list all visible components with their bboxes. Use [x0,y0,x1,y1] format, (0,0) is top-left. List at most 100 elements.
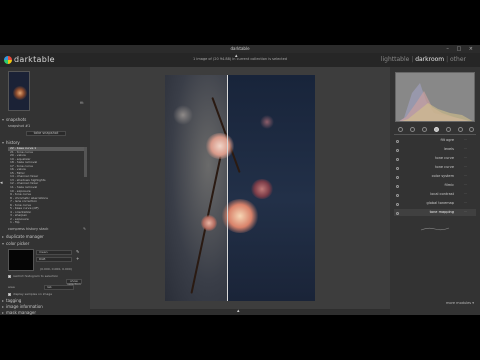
thumbnail-glow [13,86,27,100]
left-panel: fit ▾ snapshots snapshot #1 take snapshot… [0,67,90,315]
right-panel: filt ogre ⋯ levels ⋯ tone curve ⋯ tone curv… [390,67,480,315]
history-item[interactable]: 1 - flip [8,221,86,225]
before-after-divider[interactable] [227,75,228,301]
color-picker-pick-icon[interactable]: ✎ [76,249,79,254]
show-selection-button[interactable]: show selection [66,279,82,286]
history-header[interactable]: ▾ history [2,140,88,146]
module-name: global tonemap [426,201,454,205]
bottom-panel-toggle-icon[interactable]: ▴ [237,308,240,314]
power-icon[interactable] [396,184,399,188]
restrict-label: restrict histogram to selection [13,274,59,278]
module-row[interactable]: tone mapping ⋯ [394,209,476,216]
collection-status: 1 image of (20 94.88) in current collect… [193,57,287,61]
power-icon[interactable] [396,193,399,197]
module-row[interactable]: color system ⋯ [394,173,476,180]
take-snapshot-button[interactable]: take snapshot [26,131,66,136]
tab-quick-access[interactable] [398,127,403,132]
window-title: darktable [230,46,250,51]
area-select[interactable]: lab [44,285,74,290]
mask-manager-header[interactable]: ▸ mask manager [2,310,88,315]
module-group-tabs [398,127,474,133]
histogram-graph [399,83,473,121]
zoom-level[interactable]: fit [80,101,84,105]
display-samples-checkbox[interactable] [8,292,11,296]
module-curve-preview [420,227,450,231]
module-preset-icon[interactable]: ⋯ [464,137,469,144]
tab-active-modules[interactable] [410,127,415,132]
module-preset-icon[interactable]: ⋯ [464,191,469,198]
power-icon[interactable] [396,202,399,206]
module-preset-icon[interactable]: ⋯ [464,173,469,180]
darktable-window: darktable – □ × darktable 1 image of (20… [0,45,480,315]
module-name: color system [431,174,454,178]
power-icon[interactable] [396,157,399,161]
tab-effect[interactable] [469,127,474,132]
color-picker-header[interactable]: ▾ color picker [2,241,88,247]
tab-basic[interactable] [422,127,427,132]
module-row[interactable]: filt ogre ⋯ [394,137,476,144]
compress-history-button[interactable]: compress history stack [8,227,48,231]
image-information-label: image information [6,304,43,309]
duplicate-manager-header[interactable]: ▸ duplicate manager [2,234,88,240]
module-preset-icon[interactable]: ⋯ [464,209,469,216]
left-panel-toggle-icon[interactable]: ◂ [0,180,3,186]
module-preset-icon[interactable]: ⋯ [464,182,469,189]
top-panel-toggle-icon[interactable]: ▴ [235,53,238,59]
snapshot-item[interactable]: snapshot #1 [8,124,86,129]
power-icon[interactable] [396,148,399,152]
module-preset-icon[interactable]: ⋯ [464,155,469,162]
power-icon[interactable] [396,166,399,170]
display-samples-option[interactable]: display samples on image [8,292,52,296]
module-name: local contrast [430,192,454,196]
picker-values: (0.000, 0.000, 0.000) [40,267,72,271]
duplicate-manager-label: duplicate manager [6,234,44,239]
display-samples-label: display samples on image [13,292,53,296]
module-row[interactable]: levels ⋯ [394,146,476,153]
view-lighttable[interactable]: lighttable [381,56,410,63]
tab-tone[interactable] [434,127,439,132]
bottom-panel-bar: ▴ [90,308,390,315]
view-darkroom[interactable]: darkroom [415,56,444,63]
module-preset-icon[interactable]: ⋯ [464,200,469,207]
image-canvas[interactable] [90,67,390,309]
history-style-icon[interactable]: ✎ [83,227,86,232]
history-scrollbar[interactable] [84,147,87,177]
more-modules-button[interactable]: more modules ▾ [446,301,474,305]
darktable-logo-icon [4,56,12,64]
navigation-thumbnail[interactable] [8,71,30,111]
photo-before-after[interactable] [165,75,315,301]
module-row[interactable]: tone curve ⋯ [394,164,476,171]
module-row[interactable]: filmic ⋯ [394,182,476,189]
picker-mode-select[interactable]: mean [36,250,72,255]
module-row[interactable]: global tonemap ⋯ [394,200,476,207]
tab-correct[interactable] [458,127,463,132]
restrict-checkbox[interactable] [8,274,11,278]
picker-space-select[interactable]: RGB [36,257,72,262]
module-name: filmic [444,183,454,187]
power-icon[interactable] [396,139,399,143]
collapse-triangle-icon: ▸ [2,234,5,239]
snapshots-label: snapshots [6,117,27,122]
collapse-triangle-icon: ▸ [2,310,5,315]
module-preset-icon[interactable]: ⋯ [464,164,469,171]
module-row[interactable]: local contrast ⋯ [394,191,476,198]
area-label: area [8,285,15,289]
power-icon[interactable] [396,175,399,179]
module-preset-icon[interactable]: ⋯ [464,146,469,153]
color-picker-add-icon[interactable]: + [76,256,79,261]
restrict-histogram-option[interactable]: restrict histogram to selection [8,274,58,278]
power-icon[interactable] [396,211,399,215]
window-controls[interactable]: – □ × [446,45,476,53]
brand-title: darktable [14,55,55,64]
snapshots-header[interactable]: ▾ snapshots [2,117,88,123]
module-name: tone mapping [429,210,454,214]
compress-history-row[interactable]: compress history stack ✎ [8,227,86,232]
bokeh [173,105,193,125]
blossom [205,133,235,159]
view-other[interactable]: other [450,56,466,63]
color-picker-label: color picker [6,241,30,246]
tab-color[interactable] [446,127,451,132]
histogram[interactable] [395,72,475,122]
collapse-triangle-icon: ▾ [2,117,5,122]
module-row[interactable]: tone curve ⋯ [394,155,476,162]
